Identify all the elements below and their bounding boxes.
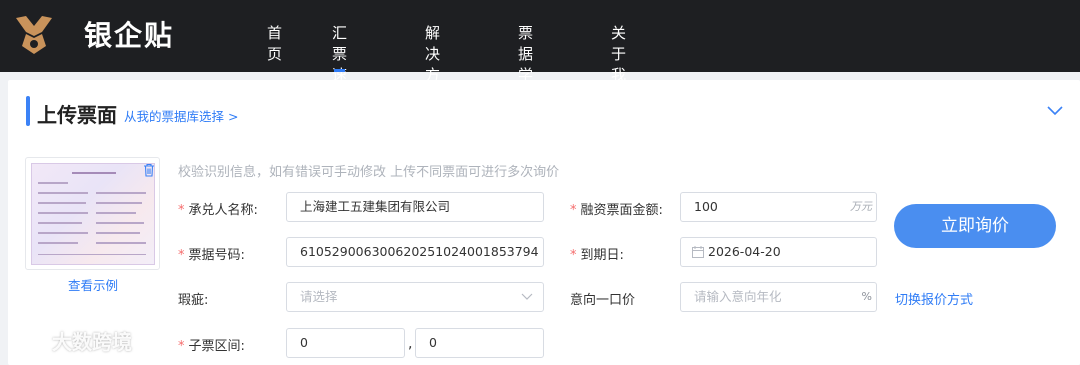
chevron-down-icon — [521, 293, 533, 300]
defect-label: 瑕疵: — [178, 293, 209, 308]
bill-no-input[interactable]: 610529006300620251024001853794 — [286, 237, 544, 267]
required-mark: * — [178, 339, 185, 354]
bill-image — [31, 163, 155, 265]
amount-label: * 融资票面金额: — [570, 203, 663, 218]
nav-item-about[interactable]: 关于我们 — [611, 22, 626, 105]
top-navbar: 银企贴 首页 汇票速融 解决方案 票据学院 关于我们 — [0, 0, 1080, 105]
acceptor-input[interactable]: 上海建工五建集团有限公司 — [286, 192, 544, 222]
price-label: 意向一口价 — [570, 293, 636, 308]
amount-input[interactable]: 100 万元 — [680, 192, 877, 222]
due-date-label: * 到期日: — [570, 248, 624, 263]
nav-item-home[interactable]: 首页 — [267, 22, 282, 72]
trash-icon[interactable] — [143, 163, 155, 177]
required-mark: * — [570, 248, 577, 263]
nav-item-solutions[interactable]: 解决方案 — [425, 22, 440, 105]
brand-name[interactable]: 银企贴 — [84, 14, 174, 54]
required-mark: * — [178, 248, 185, 263]
price-input[interactable]: 请输入意向年化 % — [680, 282, 877, 312]
ocr-hint-text: 校验识别信息，如有错误可手动修改 上传不同票面可进行多次询价 — [178, 165, 560, 180]
due-date-input[interactable]: 2026-04-20 — [680, 237, 877, 267]
bill-no-label: * 票据号码: — [178, 248, 245, 263]
view-sample-link[interactable]: 查看示例 — [68, 275, 118, 294]
brand-logo-icon[interactable] — [12, 12, 56, 56]
inquiry-button[interactable]: 立即询价 — [894, 204, 1056, 248]
section-accent-bar — [26, 96, 30, 126]
acceptor-label: * 承兑人名称: — [178, 203, 258, 218]
bill-thumbnail[interactable] — [25, 157, 160, 270]
select-from-library-link[interactable]: 从我的票据库选择 > — [124, 106, 238, 125]
sub-range-to-input[interactable]: 0 — [415, 328, 544, 358]
range-separator: , — [408, 336, 413, 352]
calendar-icon — [692, 246, 704, 258]
nav-item-academy[interactable]: 票据学院 — [518, 22, 533, 105]
required-mark: * — [570, 203, 577, 218]
defect-select[interactable]: 请选择 — [286, 282, 544, 312]
amount-unit: 万元 — [850, 200, 872, 213]
switch-quote-mode-link[interactable]: 切换报价方式 — [895, 289, 973, 308]
required-mark: * — [178, 203, 185, 218]
sub-range-from-input[interactable]: 0 — [286, 328, 405, 358]
chevron-down-icon[interactable] — [1045, 104, 1065, 118]
watermark-text: 大数跨境 — [52, 330, 132, 354]
sub-range-label: * 子票区间: — [178, 339, 245, 354]
section-title: 上传票面 — [37, 103, 117, 127]
nav-item-bill-financing[interactable]: 汇票速融 — [332, 22, 347, 105]
watermark-logo-icon — [9, 330, 44, 353]
percent-unit: % — [861, 290, 872, 303]
